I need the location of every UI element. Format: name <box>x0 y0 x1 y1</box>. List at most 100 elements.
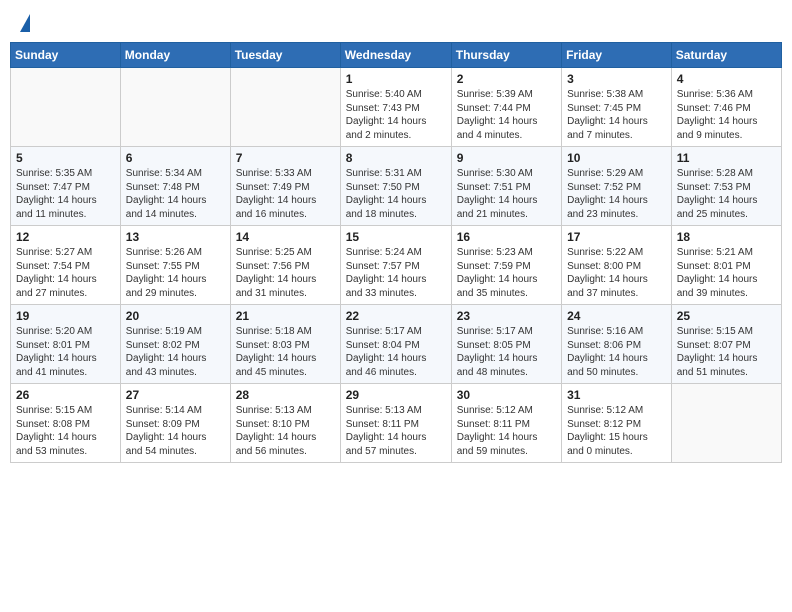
calendar-day-cell: 19 Sunrise: 5:20 AM Sunset: 8:01 PM Dayli… <box>11 305 121 384</box>
day-content: Sunrise: 5:17 AM Sunset: 8:04 PM Dayligh… <box>346 325 446 379</box>
day-content: Sunrise: 5:19 AM Sunset: 8:02 PM Dayligh… <box>126 325 225 379</box>
day-of-week-header: Friday <box>562 43 672 68</box>
day-content: Sunrise: 5:22 AM Sunset: 8:00 PM Dayligh… <box>567 246 666 300</box>
day-number: 2 <box>457 72 556 86</box>
day-number: 21 <box>236 309 335 323</box>
day-content: Sunrise: 5:13 AM Sunset: 8:11 PM Dayligh… <box>346 404 446 458</box>
calendar-week-row: 19 Sunrise: 5:20 AM Sunset: 8:01 PM Dayli… <box>11 305 782 384</box>
day-number: 27 <box>126 388 225 402</box>
day-number: 16 <box>457 230 556 244</box>
calendar-day-cell: 28Sunrise: 5:13 AM Sunset: 8:10 PM Dayli… <box>230 384 340 463</box>
day-content: Sunrise: 5:30 AM Sunset: 7:51 PM Dayligh… <box>457 167 556 221</box>
calendar-day-cell: 16 Sunrise: 5:23 AM Sunset: 7:59 PM Dayli… <box>451 226 561 305</box>
days-of-week-row: SundayMondayTuesdayWednesdayThursdayFrid… <box>11 43 782 68</box>
calendar-day-cell: 9 Sunrise: 5:30 AM Sunset: 7:51 PM Daylig… <box>451 147 561 226</box>
calendar-day-cell: 22 Sunrise: 5:17 AM Sunset: 8:04 PM Dayli… <box>340 305 451 384</box>
day-content: Sunrise: 5:13 AM Sunset: 8:10 PM Dayligh… <box>236 404 335 458</box>
day-number: 31 <box>567 388 666 402</box>
day-content: Sunrise: 5:31 AM Sunset: 7:50 PM Dayligh… <box>346 167 446 221</box>
day-content: Sunrise: 5:18 AM Sunset: 8:03 PM Dayligh… <box>236 325 335 379</box>
day-content: Sunrise: 5:33 AM Sunset: 7:49 PM Dayligh… <box>236 167 335 221</box>
day-content: Sunrise: 5:24 AM Sunset: 7:57 PM Dayligh… <box>346 246 446 300</box>
day-number: 15 <box>346 230 446 244</box>
day-number: 19 <box>16 309 115 323</box>
calendar-day-cell: 25 Sunrise: 5:15 AM Sunset: 8:07 PM Dayli… <box>671 305 781 384</box>
day-number: 23 <box>457 309 556 323</box>
logo <box>18 14 30 34</box>
day-content: Sunrise: 5:15 AM Sunset: 8:07 PM Dayligh… <box>677 325 776 379</box>
calendar-day-cell: 26 Sunrise: 5:15 AM Sunset: 8:08 PM Dayli… <box>11 384 121 463</box>
calendar-day-cell: 31Sunrise: 5:12 AM Sunset: 8:12 PM Dayli… <box>562 384 672 463</box>
calendar-day-cell: 4 Sunrise: 5:36 AM Sunset: 7:46 PM Daylig… <box>671 68 781 147</box>
calendar-week-row: 26 Sunrise: 5:15 AM Sunset: 8:08 PM Dayli… <box>11 384 782 463</box>
day-content: Sunrise: 5:40 AM Sunset: 7:43 PM Dayligh… <box>346 88 446 142</box>
day-number: 29 <box>346 388 446 402</box>
calendar-day-cell: 30Sunrise: 5:12 AM Sunset: 8:11 PM Dayli… <box>451 384 561 463</box>
day-number: 20 <box>126 309 225 323</box>
day-content: Sunrise: 5:36 AM Sunset: 7:46 PM Dayligh… <box>677 88 776 142</box>
calendar-wrapper: SundayMondayTuesdayWednesdayThursdayFrid… <box>0 42 792 473</box>
day-number: 30 <box>457 388 556 402</box>
day-content: Sunrise: 5:35 AM Sunset: 7:47 PM Dayligh… <box>16 167 115 221</box>
day-content: Sunrise: 5:16 AM Sunset: 8:06 PM Dayligh… <box>567 325 666 379</box>
day-content: Sunrise: 5:39 AM Sunset: 7:44 PM Dayligh… <box>457 88 556 142</box>
calendar-week-row: 1 Sunrise: 5:40 AM Sunset: 7:43 PM Daylig… <box>11 68 782 147</box>
calendar-day-cell: 27 Sunrise: 5:14 AM Sunset: 8:09 PM Dayli… <box>120 384 230 463</box>
day-number: 1 <box>346 72 446 86</box>
day-content: Sunrise: 5:20 AM Sunset: 8:01 PM Dayligh… <box>16 325 115 379</box>
day-number: 3 <box>567 72 666 86</box>
day-number: 22 <box>346 309 446 323</box>
day-content: Sunrise: 5:23 AM Sunset: 7:59 PM Dayligh… <box>457 246 556 300</box>
calendar-week-row: 5 Sunrise: 5:35 AM Sunset: 7:47 PM Daylig… <box>11 147 782 226</box>
day-of-week-header: Tuesday <box>230 43 340 68</box>
day-number: 17 <box>567 230 666 244</box>
day-content: Sunrise: 5:29 AM Sunset: 7:52 PM Dayligh… <box>567 167 666 221</box>
calendar-day-cell: 18 Sunrise: 5:21 AM Sunset: 8:01 PM Dayli… <box>671 226 781 305</box>
day-content: Sunrise: 5:15 AM Sunset: 8:08 PM Dayligh… <box>16 404 115 458</box>
day-number: 5 <box>16 151 115 165</box>
day-number: 26 <box>16 388 115 402</box>
day-of-week-header: Thursday <box>451 43 561 68</box>
day-content: Sunrise: 5:21 AM Sunset: 8:01 PM Dayligh… <box>677 246 776 300</box>
day-number: 10 <box>567 151 666 165</box>
day-content: Sunrise: 5:27 AM Sunset: 7:54 PM Dayligh… <box>16 246 115 300</box>
calendar-day-cell: 3 Sunrise: 5:38 AM Sunset: 7:45 PM Daylig… <box>562 68 672 147</box>
calendar-day-cell: 1 Sunrise: 5:40 AM Sunset: 7:43 PM Daylig… <box>340 68 451 147</box>
calendar-body: 1 Sunrise: 5:40 AM Sunset: 7:43 PM Daylig… <box>11 68 782 463</box>
calendar-day-cell: 29 Sunrise: 5:13 AM Sunset: 8:11 PM Dayli… <box>340 384 451 463</box>
calendar-day-cell: 14Sunrise: 5:25 AM Sunset: 7:56 PM Dayli… <box>230 226 340 305</box>
day-number: 7 <box>236 151 335 165</box>
calendar-day-cell <box>230 68 340 147</box>
day-number: 4 <box>677 72 776 86</box>
day-number: 13 <box>126 230 225 244</box>
day-of-week-header: Saturday <box>671 43 781 68</box>
calendar-day-cell: 24 Sunrise: 5:16 AM Sunset: 8:06 PM Dayli… <box>562 305 672 384</box>
day-content: Sunrise: 5:28 AM Sunset: 7:53 PM Dayligh… <box>677 167 776 221</box>
calendar-day-cell: 11 Sunrise: 5:28 AM Sunset: 7:53 PM Dayli… <box>671 147 781 226</box>
calendar-day-cell: 2 Sunrise: 5:39 AM Sunset: 7:44 PM Daylig… <box>451 68 561 147</box>
day-number: 25 <box>677 309 776 323</box>
calendar-day-cell: 12 Sunrise: 5:27 AM Sunset: 7:54 PM Dayli… <box>11 226 121 305</box>
day-of-week-header: Monday <box>120 43 230 68</box>
day-number: 24 <box>567 309 666 323</box>
day-number: 9 <box>457 151 556 165</box>
day-content: Sunrise: 5:17 AM Sunset: 8:05 PM Dayligh… <box>457 325 556 379</box>
day-of-week-header: Wednesday <box>340 43 451 68</box>
calendar-day-cell: 21 Sunrise: 5:18 AM Sunset: 8:03 PM Dayli… <box>230 305 340 384</box>
calendar-day-cell <box>11 68 121 147</box>
calendar-day-cell: 6Sunrise: 5:34 AM Sunset: 7:48 PM Daylig… <box>120 147 230 226</box>
calendar-day-cell: 8Sunrise: 5:31 AM Sunset: 7:50 PM Daylig… <box>340 147 451 226</box>
page-header <box>0 0 792 42</box>
day-of-week-header: Sunday <box>11 43 121 68</box>
calendar-day-cell: 15 Sunrise: 5:24 AM Sunset: 7:57 PM Dayli… <box>340 226 451 305</box>
calendar-day-cell: 23 Sunrise: 5:17 AM Sunset: 8:05 PM Dayli… <box>451 305 561 384</box>
calendar-day-cell: 5 Sunrise: 5:35 AM Sunset: 7:47 PM Daylig… <box>11 147 121 226</box>
day-number: 12 <box>16 230 115 244</box>
day-number: 18 <box>677 230 776 244</box>
day-content: Sunrise: 5:14 AM Sunset: 8:09 PM Dayligh… <box>126 404 225 458</box>
day-content: Sunrise: 5:38 AM Sunset: 7:45 PM Dayligh… <box>567 88 666 142</box>
logo-triangle-icon <box>20 14 30 32</box>
day-number: 11 <box>677 151 776 165</box>
calendar-day-cell <box>671 384 781 463</box>
day-number: 6 <box>126 151 225 165</box>
